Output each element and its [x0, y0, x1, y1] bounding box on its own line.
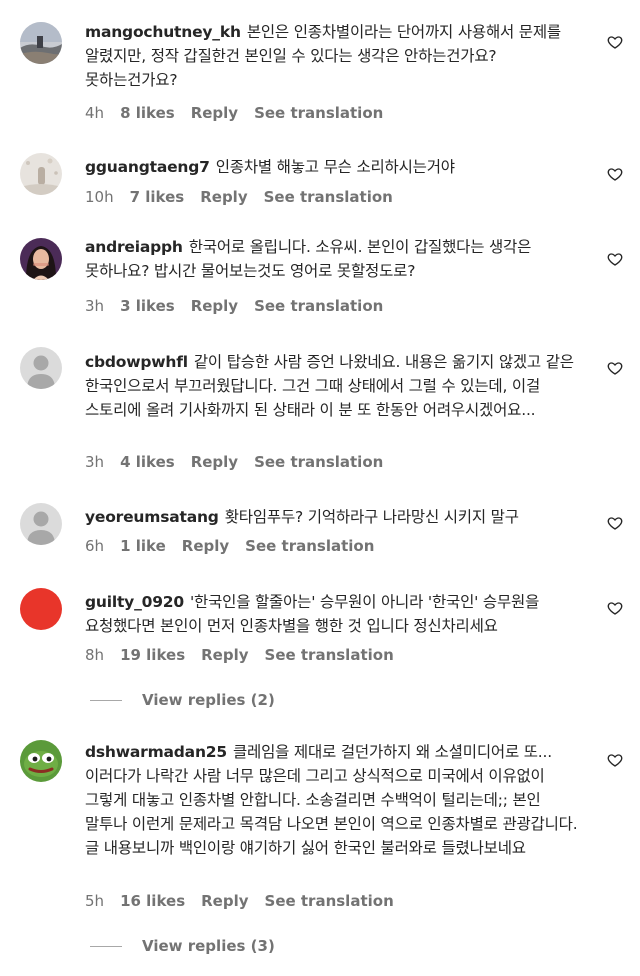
heart-icon[interactable]	[607, 600, 623, 616]
comment-body: 이러다가 나락간 사람 너무 많은데 그리고 상식적으로 미국에서 이유없이 그…	[85, 767, 578, 857]
heart-icon[interactable]	[607, 752, 623, 768]
likes-count[interactable]: 3 likes	[120, 295, 175, 317]
comment-time: 4h	[85, 104, 105, 122]
comment-username[interactable]: dshwarmadan25	[85, 743, 227, 761]
comment-meta: 3h 4 likes Reply See translation	[85, 451, 383, 473]
comment-username[interactable]: yeoreumsatang	[85, 508, 219, 526]
reply-button[interactable]: Reply	[191, 102, 238, 124]
likes-count[interactable]: 16 likes	[120, 890, 185, 912]
comment-meta: 10h 7 likes Reply See translation	[85, 186, 393, 208]
avatar[interactable]	[20, 347, 62, 389]
avatar[interactable]	[20, 22, 62, 64]
snowy-avatar-image	[20, 153, 62, 195]
see-translation-button[interactable]: See translation	[245, 535, 374, 557]
comment-username[interactable]: andreiapph	[85, 238, 183, 256]
default-user-icon	[20, 347, 62, 389]
reply-button[interactable]: Reply	[191, 295, 238, 317]
comment-text-first-line: dshwarmadan25 클레임을 제대로 걸던가하지 왜 소셜미디어로 또..…	[85, 740, 597, 764]
see-translation-button[interactable]: See translation	[265, 890, 394, 912]
comment-text: guilty_0920 '한국인을 할줄아는' 승무원이 아니라 '한국인' 승무…	[85, 590, 585, 638]
comment-meta: 8h 19 likes Reply See translation	[85, 644, 394, 666]
comment-username[interactable]: gguangtaeng7	[85, 158, 210, 176]
heart-icon[interactable]	[607, 515, 623, 531]
reply-button[interactable]: Reply	[201, 644, 248, 666]
comment-time: 3h	[85, 453, 105, 471]
likes-count[interactable]: 4 likes	[120, 451, 175, 473]
comment-text: andreiapph 한국어로 올립니다. 소유씨. 본인이 갑질했다는 생각은 …	[85, 235, 585, 283]
replies-divider-line	[90, 699, 122, 701]
likes-count[interactable]: 7 likes	[130, 186, 185, 208]
see-translation-button[interactable]: See translation	[254, 102, 383, 124]
see-translation-button[interactable]: See translation	[264, 186, 393, 208]
comment-meta: 4h 8 likes Reply See translation	[85, 102, 383, 124]
comment-text: yeoreumsatang 홧타임푸두? 기억하라구 나라망신 시키지 말구	[85, 505, 585, 529]
avatar[interactable]	[20, 153, 62, 195]
view-replies-label[interactable]: View replies (3)	[142, 937, 275, 955]
pepe-frog-avatar-image	[20, 740, 62, 782]
comment-username[interactable]: cbdowpwhfl	[85, 353, 188, 371]
comment-text: cbdowpwhfl 같이 탑승한 사람 증언 나왔네요. 내용은 옮기지 않겠고…	[85, 350, 585, 422]
comment-body: 클레임을 제대로 걸던가하지 왜 소셜미디어로 또...	[232, 743, 552, 761]
see-translation-button[interactable]: See translation	[254, 295, 383, 317]
comment-time: 8h	[85, 646, 105, 664]
comment-time: 6h	[85, 537, 105, 555]
comment-meta: 5h 16 likes Reply See translation	[85, 890, 394, 912]
avatar[interactable]	[20, 503, 62, 545]
likes-count[interactable]: 19 likes	[120, 644, 185, 666]
comment-text: gguangtaeng7 인종차별 해놓고 무슨 소리하시는거야	[85, 155, 585, 179]
comment-username[interactable]: guilty_0920	[85, 593, 184, 611]
reply-button[interactable]: Reply	[182, 535, 229, 557]
landscape-avatar-image	[20, 22, 62, 64]
view-replies-label[interactable]: View replies (2)	[142, 691, 275, 709]
see-translation-button[interactable]: See translation	[265, 644, 394, 666]
comment-time: 10h	[85, 188, 114, 206]
comment-time: 5h	[85, 892, 105, 910]
comment-text: mangochutney_kh 본인은 인종차별이라는 단어까지 사용해서 문제를…	[85, 20, 585, 92]
comment-meta: 6h 1 like Reply See translation	[85, 535, 374, 557]
likes-count[interactable]: 8 likes	[120, 102, 175, 124]
red-circle-avatar-image	[20, 588, 62, 630]
view-replies-button[interactable]: View replies (3)	[90, 935, 275, 957]
view-replies-button[interactable]: View replies (2)	[90, 689, 275, 711]
replies-divider-line	[90, 945, 122, 947]
heart-icon[interactable]	[607, 360, 623, 376]
reply-button[interactable]: Reply	[191, 451, 238, 473]
heart-icon[interactable]	[607, 251, 623, 267]
comment-meta: 3h 3 likes Reply See translation	[85, 295, 383, 317]
reply-button[interactable]: Reply	[201, 890, 248, 912]
avatar[interactable]	[20, 238, 62, 280]
comment-username[interactable]: mangochutney_kh	[85, 23, 241, 41]
see-translation-button[interactable]: See translation	[254, 451, 383, 473]
comment-body: 홧타임푸두? 기억하라구 나라망신 시키지 말구	[224, 508, 519, 526]
comment-time: 3h	[85, 297, 105, 315]
comment-text: 이러다가 나락간 사람 너무 많은데 그리고 상식적으로 미국에서 이유없이 그…	[85, 764, 585, 860]
likes-count[interactable]: 1 like	[120, 535, 166, 557]
comment-body: 인종차별 해놓고 무슨 소리하시는거야	[215, 158, 455, 176]
person-avatar-image	[20, 238, 62, 280]
reply-button[interactable]: Reply	[200, 186, 247, 208]
avatar[interactable]	[20, 588, 62, 630]
avatar[interactable]	[20, 740, 62, 782]
default-user-icon	[20, 503, 62, 545]
heart-icon[interactable]	[607, 166, 623, 182]
heart-icon[interactable]	[607, 34, 623, 50]
